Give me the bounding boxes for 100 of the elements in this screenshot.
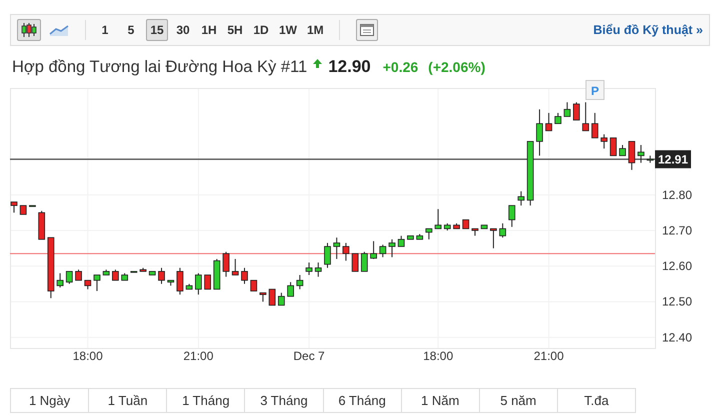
x-axis-label: 21:00	[534, 349, 564, 363]
interval-button[interactable]: 1D	[250, 19, 272, 41]
candlestick	[10, 201, 18, 214]
candlestick	[287, 282, 294, 297]
x-axis-label: 18:00	[423, 349, 454, 363]
candlestick	[56, 272, 64, 288]
percent-change: (+2.06%)	[428, 58, 486, 77]
candlestick	[232, 258, 239, 276]
range-button[interactable]: 1 Tuần	[89, 388, 168, 413]
candlestick	[278, 292, 285, 306]
candlestick	[306, 262, 312, 276]
candlestick	[480, 224, 488, 230]
interval-button[interactable]: 1	[94, 19, 116, 41]
candlestick	[241, 267, 248, 284]
candlestick	[342, 242, 350, 262]
candlestick	[545, 112, 552, 132]
range-button[interactable]: 3 Tháng	[245, 388, 324, 413]
technical-chart-link[interactable]: Biểu đồ Kỹ thuật »	[593, 20, 703, 40]
candlestick	[619, 144, 626, 156]
candlestick	[472, 228, 478, 236]
y-axis-label: 12.70	[662, 223, 692, 238]
candlestick	[398, 235, 405, 247]
candlestick	[526, 140, 534, 206]
candlestick	[518, 190, 524, 206]
candlestick	[434, 208, 442, 230]
candlestick	[582, 102, 590, 132]
candlestick	[268, 288, 276, 306]
range-button[interactable]: T.đa	[558, 388, 636, 413]
candlestick	[38, 210, 46, 240]
candlestick	[490, 228, 497, 249]
chart-type-button[interactable]	[17, 19, 41, 41]
candlestick	[195, 272, 202, 296]
price-tag: 12.91	[655, 150, 691, 168]
candlestick	[426, 228, 432, 240]
candlestick-icon	[20, 22, 38, 38]
interval-button[interactable]: 1M	[304, 19, 327, 41]
candlestick	[66, 270, 73, 284]
y-axis-label: 12.60	[662, 259, 692, 274]
range-button[interactable]: 6 Tháng	[324, 388, 402, 413]
candlestick	[453, 222, 460, 230]
candlestick	[536, 108, 543, 156]
instrument-name: Hợp đồng Tương lai Đường Hoa Kỳ #11	[12, 57, 308, 78]
price: 12.90	[328, 56, 371, 78]
interval-button[interactable]: 30	[172, 19, 194, 41]
candlestick	[573, 102, 580, 121]
candlestick	[554, 112, 562, 124]
candlestick	[508, 205, 516, 228]
candlestick	[638, 144, 644, 164]
candlestick	[591, 112, 598, 138]
candlestick	[260, 292, 266, 302]
candlestick	[333, 237, 340, 260]
candlestick	[102, 269, 110, 276]
interval-button[interactable]: 1H	[198, 19, 220, 41]
interval-button[interactable]: 5	[120, 19, 142, 41]
candlestick	[94, 274, 100, 292]
candlestick	[352, 253, 359, 272]
candlestick	[314, 262, 322, 278]
candlestick	[388, 238, 396, 258]
candlestick	[499, 222, 506, 238]
candlestick	[600, 134, 608, 150]
candlestick	[379, 244, 386, 258]
candlestick	[360, 251, 368, 272]
candlestick	[646, 155, 654, 164]
candlestick	[176, 267, 184, 296]
y-axis-label: 12.40	[662, 330, 692, 344]
candlestick	[213, 258, 220, 290]
layout-button[interactable]	[356, 19, 378, 41]
interval-button[interactable]: 15	[146, 19, 168, 41]
window-icon	[360, 24, 374, 36]
candlestick	[75, 269, 82, 281]
price-change: +0.26	[382, 58, 418, 77]
candlestick	[564, 102, 571, 117]
range-button[interactable]: 1 Tháng	[167, 388, 246, 413]
y-axis-label: 12.50	[662, 294, 692, 309]
candlestick	[416, 234, 424, 240]
candlestick	[47, 237, 54, 299]
candlestick	[112, 269, 119, 281]
candlestick	[407, 235, 414, 240]
candlestick	[84, 280, 92, 290]
candlestick	[250, 280, 258, 292]
candlestick	[204, 274, 212, 290]
candlestick	[370, 240, 377, 260]
range-button[interactable]: 1 Ngày	[10, 388, 90, 413]
interval-button[interactable]: 5H	[224, 19, 246, 41]
range-button[interactable]: 5 năm	[480, 388, 558, 413]
candlestick	[462, 219, 470, 230]
x-axis-label: 21:00	[183, 349, 214, 363]
candlestick	[121, 272, 128, 281]
candlestick	[140, 267, 146, 272]
candlestick	[167, 280, 174, 286]
candlestick	[444, 222, 451, 231]
range-button[interactable]: 1 Năm	[402, 388, 480, 413]
x-axis-label: 18:00	[72, 349, 103, 363]
line-chart-icon	[49, 23, 69, 37]
y-axis-label: 12.80	[662, 188, 692, 202]
interval-button[interactable]: 1W	[276, 19, 300, 41]
candlestick	[130, 270, 138, 273]
x-axis-label: Dec 7	[293, 349, 325, 363]
candlestick	[324, 242, 331, 268]
candlestick	[296, 274, 304, 290]
